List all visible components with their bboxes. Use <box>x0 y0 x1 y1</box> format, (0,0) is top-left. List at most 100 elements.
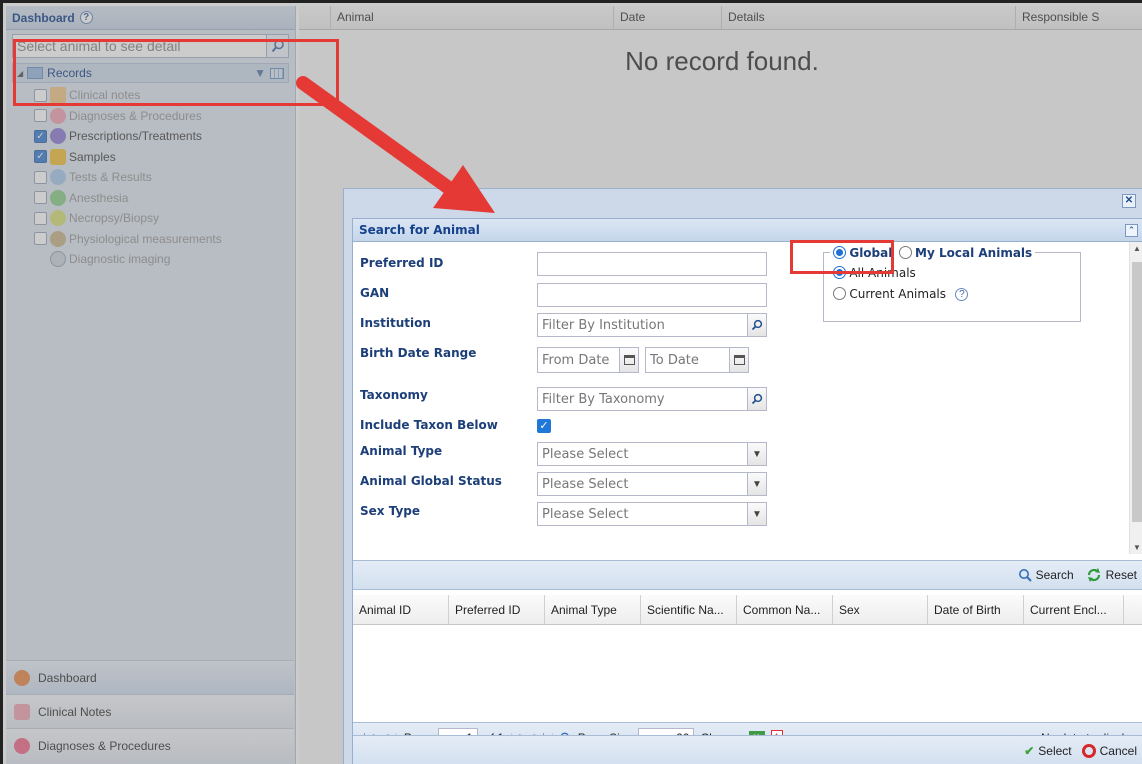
cancel-icon <box>1081 743 1096 758</box>
calendar-icon[interactable] <box>619 347 639 373</box>
physiological-icon <box>50 230 66 247</box>
tree-item-label: Diagnostic imaging <box>69 252 171 267</box>
chevron-down-icon[interactable]: ▼ <box>747 442 767 466</box>
nav-dashboard[interactable]: Dashboard <box>6 660 294 694</box>
animal-type-value: Please Select <box>542 447 629 462</box>
table-view-icon[interactable] <box>270 67 284 79</box>
scroll-up-icon[interactable]: ▲ <box>1133 244 1141 253</box>
nav-label: Clinical Notes <box>38 704 112 719</box>
label-taxonomy: Taxonomy <box>360 388 428 402</box>
select-button[interactable]: ✔ Select <box>1024 744 1071 758</box>
nav-clinical-notes[interactable]: Clinical Notes <box>6 694 294 728</box>
taxonomy-input[interactable]: Filter By Taxonomy <box>537 387 767 411</box>
column-animal[interactable]: Animal <box>331 6 614 29</box>
all-animals-option[interactable]: All Animals <box>833 265 916 280</box>
column-preferred-id[interactable]: Preferred ID <box>449 595 545 624</box>
calendar-icon[interactable] <box>729 347 749 373</box>
search-button[interactable]: Search <box>1018 568 1074 582</box>
nav-diagnoses[interactable]: Diagnoses & Procedures <box>6 728 294 762</box>
column-sex[interactable]: Sex <box>833 595 928 624</box>
search-icon[interactable] <box>747 313 767 337</box>
animal-global-status-select[interactable]: Please Select ▼ <box>537 472 767 496</box>
tree-item-necropsy[interactable]: Necropsy/Biopsy <box>34 208 295 229</box>
checkbox[interactable] <box>34 191 47 205</box>
tree-item-samples[interactable]: ✓ Samples <box>34 147 295 168</box>
search-icon[interactable] <box>267 34 289 58</box>
search-button-label: Search <box>1035 568 1074 582</box>
sex-type-select[interactable]: Please Select ▼ <box>537 502 767 526</box>
records-label: Records <box>47 66 92 80</box>
records-node[interactable]: ◢ Records ▼ <box>12 63 289 83</box>
filter-icon[interactable]: ▼ <box>254 66 266 80</box>
animal-type-select[interactable]: Please Select ▼ <box>537 442 767 466</box>
tree-item-tests[interactable]: Tests & Results <box>34 167 295 188</box>
tree-item-prescriptions[interactable]: ✓ Prescriptions/Treatments <box>34 126 295 147</box>
column-animal-type[interactable]: Animal Type <box>545 595 641 624</box>
tree-item-anesthesia[interactable]: Anesthesia <box>34 188 295 209</box>
scope-legend: Global My Local Animals <box>830 245 1036 260</box>
global-label: Global <box>849 245 893 260</box>
anesthesia-icon <box>50 189 66 206</box>
current-animals-radio[interactable] <box>833 287 846 301</box>
checkbox[interactable] <box>34 170 47 184</box>
gan-input[interactable] <box>537 283 767 307</box>
checkbox[interactable] <box>34 88 47 102</box>
form-scrollbar[interactable]: ▲ ▼ <box>1129 242 1142 554</box>
from-date-input[interactable]: From Date <box>537 347 639 373</box>
column-scientific-name[interactable]: Scientific Na... <box>641 595 737 624</box>
reset-button[interactable]: Reset <box>1086 567 1137 583</box>
checkbox[interactable]: ✓ <box>34 150 47 164</box>
scrollbar-thumb[interactable] <box>1132 262 1142 522</box>
notes-icon <box>50 87 66 104</box>
app-frame: Dashboard ? Select animal to see detail … <box>0 0 1142 764</box>
current-animals-option[interactable]: Current Animals ? <box>833 286 969 301</box>
checkbox[interactable] <box>34 109 47 123</box>
chevron-down-icon[interactable]: ▼ <box>747 472 767 496</box>
dashboard-icon <box>14 669 30 686</box>
help-icon[interactable]: ? <box>955 288 969 301</box>
column-common-name[interactable]: Common Na... <box>737 595 833 624</box>
label-include-taxon-below: Include Taxon Below <box>360 418 498 432</box>
reset-button-label: Reset <box>1105 568 1137 582</box>
global-radio[interactable] <box>833 246 846 260</box>
checkbox[interactable]: ✓ <box>34 129 47 143</box>
to-date-input[interactable]: To Date <box>645 347 749 373</box>
checkbox[interactable] <box>34 211 47 225</box>
animal-search-input[interactable]: Select animal to see detail <box>12 34 267 58</box>
all-animals-label: All Animals <box>849 265 916 280</box>
all-animals-radio[interactable] <box>833 266 846 280</box>
label-animal-type: Animal Type <box>360 444 443 458</box>
animal-global-status-value: Please Select <box>542 477 629 492</box>
column-current-enclosure[interactable]: Current Encl... <box>1024 595 1124 624</box>
column-responsible[interactable]: Responsible S <box>1016 6 1142 29</box>
necropsy-icon <box>50 210 66 227</box>
sidebar-header: Dashboard ? <box>6 6 295 30</box>
tree-item-physiological[interactable]: Physiological measurements <box>34 229 295 250</box>
cancel-button[interactable]: Cancel <box>1081 743 1137 758</box>
scroll-down-icon[interactable]: ▼ <box>1133 543 1141 552</box>
tree-item-label: Physiological measurements <box>69 231 222 246</box>
column-date-of-birth[interactable]: Date of Birth <box>928 595 1024 624</box>
local-radio[interactable] <box>898 246 912 260</box>
records-tree: Clinical notes Diagnoses & Procedures ✓ … <box>34 85 295 270</box>
institution-input[interactable]: Filter By Institution <box>537 313 767 337</box>
preferred-id-input[interactable] <box>537 252 767 276</box>
tree-item-imaging[interactable]: Diagnostic imaging <box>34 249 295 270</box>
panel-title: Search for Animal <box>353 219 1142 242</box>
institution-placeholder: Filter By Institution <box>542 318 665 333</box>
column-details[interactable]: Details <box>722 6 1016 29</box>
empty-message: No record found. <box>625 46 819 76</box>
close-icon[interactable]: ✕ <box>1122 194 1136 208</box>
chevron-down-icon[interactable]: ▼ <box>747 502 767 526</box>
help-icon[interactable]: ? <box>79 11 93 24</box>
include-taxon-below-checkbox[interactable]: ✓ <box>537 419 551 433</box>
search-icon[interactable] <box>747 387 767 411</box>
column-animal-id[interactable]: Animal ID <box>353 595 449 624</box>
expand-arrow-icon[interactable]: ◢ <box>17 69 23 78</box>
column-date[interactable]: Date <box>614 6 722 29</box>
collapse-icon[interactable]: ⌃ <box>1125 224 1138 237</box>
imaging-icon <box>50 251 66 268</box>
tree-item-clinical-notes[interactable]: Clinical notes <box>34 85 295 106</box>
checkbox[interactable] <box>34 232 47 246</box>
tree-item-diagnoses[interactable]: Diagnoses & Procedures <box>34 106 295 127</box>
